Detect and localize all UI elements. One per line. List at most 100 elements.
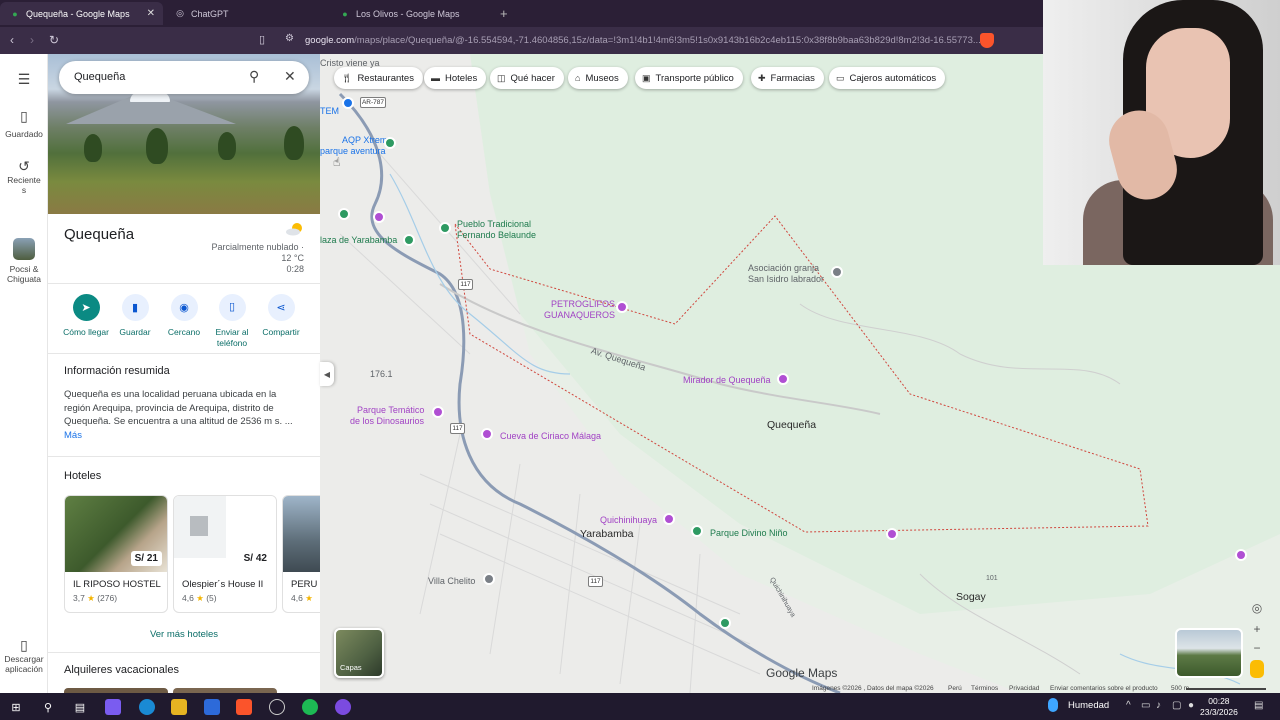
poi-pin[interactable] <box>831 266 843 278</box>
map-label[interactable]: Parque Divino Niño <box>710 528 788 538</box>
rail-saved[interactable]: ▯ Guardado <box>0 108 48 139</box>
rail-download[interactable]: ▯ Descargar aplicación <box>0 638 48 674</box>
more-hotels-link[interactable]: Ver más hoteles <box>48 629 320 640</box>
chatgpt-app-icon[interactable] <box>269 699 285 715</box>
nearby-button[interactable]: ◉ Cercano <box>157 294 211 337</box>
poi-pin[interactable] <box>886 528 898 540</box>
feedback-link[interactable]: Enviar comentarios sobre el producto <box>1050 685 1158 692</box>
pegman-icon[interactable] <box>1250 660 1264 678</box>
tab-chatgpt[interactable]: ◎ ChatGPT <box>165 2 330 25</box>
poi-pin[interactable] <box>384 137 396 149</box>
brave-shield-icon[interactable] <box>980 33 994 48</box>
map-label[interactable]: PETROGLIFOS <box>551 299 615 309</box>
map-label[interactable]: Quichinihuaya <box>600 515 657 525</box>
my-location-icon[interactable]: ◎ <box>1248 601 1266 615</box>
poi-pin[interactable] <box>1235 549 1247 561</box>
notification-icon[interactable]: ▤ <box>1254 700 1263 711</box>
poi-pin[interactable] <box>663 513 675 525</box>
store-icon[interactable] <box>204 699 220 715</box>
map-label[interactable]: San Isidro labrador <box>748 274 824 284</box>
volume-icon[interactable]: ♪ <box>1156 700 1161 711</box>
url-field[interactable]: google.com/maps/place/Quequeña/@-16.5545… <box>305 35 981 46</box>
spotify-icon[interactable] <box>302 699 318 715</box>
network-icon[interactable]: ▢ <box>1172 700 1181 711</box>
terms-link[interactable]: Términos <box>971 685 998 692</box>
windows-start-icon[interactable]: ⊞ <box>8 699 24 715</box>
map-label[interactable]: Mirador de Quequeña <box>683 375 771 385</box>
share-button[interactable]: ⋖ Compartir <box>254 294 308 337</box>
poi-pin[interactable] <box>439 222 451 234</box>
chevron-up-icon[interactable]: ^ <box>1126 700 1131 711</box>
hotel-card[interactable]: S/ 42 Olespier´s House II 4,6 ★ (5) <box>173 495 277 613</box>
save-button[interactable]: ▮ Guardar <box>108 294 162 337</box>
map-label[interactable]: parque aventura <box>320 146 386 156</box>
brave-icon[interactable] <box>236 699 252 715</box>
chip-things-to-do[interactable]: ◫ Qué hacer <box>490 67 564 89</box>
directions-button[interactable]: ➤ Cómo llegar <box>59 294 113 337</box>
app-icon[interactable] <box>335 699 351 715</box>
poi-pin[interactable] <box>481 428 493 440</box>
hotel-card[interactable]: S/ 21 IL RIPOSO HOSTEL 3,7 ★ (276) <box>64 495 168 613</box>
send-to-phone-button[interactable]: ▯ Enviar al teléfono <box>205 294 259 349</box>
map-label[interactable]: Asociación granja <box>748 263 819 273</box>
poi-pin[interactable] <box>432 406 444 418</box>
bookmark-icon[interactable]: ▯ <box>259 33 265 46</box>
map-label[interactable]: Cueva de Ciriaco Málaga <box>500 431 601 441</box>
forward-icon[interactable]: › <box>30 33 34 47</box>
microphone-icon[interactable]: ● <box>1188 700 1194 711</box>
street-view-preview[interactable] <box>1175 628 1243 678</box>
map-label[interactable]: GUANAQUEROS <box>544 310 615 320</box>
close-tab-icon[interactable]: ✕ <box>147 8 155 19</box>
poi-pin[interactable] <box>616 301 628 313</box>
map-label[interactable]: Villa Chelito <box>428 576 475 586</box>
poi-pin[interactable] <box>719 617 731 629</box>
chip-transit[interactable]: ▣ Transporte público <box>635 67 743 89</box>
poi-pin[interactable] <box>373 211 385 223</box>
chip-museums[interactable]: ⌂ Museos <box>568 67 628 89</box>
file-explorer-icon[interactable] <box>171 699 187 715</box>
chip-hotels[interactable]: ▬ Hoteles <box>424 67 487 89</box>
site-settings-icon[interactable]: ⚙ <box>285 33 294 44</box>
battery-icon[interactable]: ▭ <box>1141 700 1150 711</box>
town-label[interactable]: Yarabamba <box>580 528 634 540</box>
map-label[interactable]: Cristo viene ya <box>320 58 380 68</box>
tab-los-olivos[interactable]: ● Los Olivos - Google Maps <box>330 2 495 25</box>
tab-quequena[interactable]: ● Quequeña - Google Maps ✕ <box>0 2 163 25</box>
map-label[interactable]: de los Dinosaurios <box>350 416 424 426</box>
town-label[interactable]: Quequeña <box>767 419 816 431</box>
map-label[interactable]: Parque Temático <box>357 405 424 415</box>
chip-pharmacies[interactable]: ✚ Farmacias <box>751 67 824 89</box>
menu-icon[interactable]: ☰ <box>0 71 48 92</box>
town-label[interactable]: Sogay <box>956 591 986 603</box>
chip-atms[interactable]: ▭ Cajeros automáticos <box>829 67 946 89</box>
map-label[interactable]: Pueblo Tradicional <box>457 219 531 229</box>
search-icon[interactable]: ⚲ <box>249 68 259 85</box>
search-icon[interactable]: ⚲ <box>40 699 56 715</box>
chip-restaurants[interactable]: 🍴︎ Restaurantes <box>334 67 423 89</box>
weather-label[interactable]: Humedad <box>1068 700 1109 711</box>
reload-icon[interactable]: ↻ <box>49 33 59 47</box>
rail-recent-place[interactable]: Pocsi & Chiguata <box>0 238 48 284</box>
poi-pin[interactable] <box>338 208 350 220</box>
privacy-link[interactable]: Privacidad <box>1009 685 1039 692</box>
poi-pin[interactable] <box>777 373 789 385</box>
clock[interactable]: 00:28 23/3/2026 <box>1200 696 1238 718</box>
zoom-in-button[interactable]: + <box>1248 622 1266 636</box>
edge-icon[interactable] <box>139 699 155 715</box>
close-icon[interactable]: ✕ <box>284 68 296 85</box>
zoom-out-button[interactable]: − <box>1248 641 1266 655</box>
more-link[interactable]: Más <box>64 430 82 441</box>
task-view-icon[interactable]: ▤ <box>72 699 88 715</box>
rail-recents[interactable]: ↺ Reciente s <box>0 159 48 195</box>
copilot-icon[interactable] <box>105 699 121 715</box>
poi-pin[interactable] <box>342 97 354 109</box>
search-box[interactable]: Quequeña ⚲ ✕ <box>59 61 309 94</box>
poi-pin[interactable] <box>403 234 415 246</box>
poi-pin[interactable] <box>691 525 703 537</box>
map-label[interactable]: laza de Yarabamba <box>320 235 397 245</box>
collapse-panel-button[interactable]: ◀ <box>320 362 334 386</box>
map-label[interactable]: Fernando Belaunde <box>457 230 536 240</box>
poi-pin[interactable] <box>483 573 495 585</box>
new-tab-icon[interactable]: + <box>500 6 508 21</box>
hotel-card[interactable]: PERU I 4,6 ★ <box>282 495 320 613</box>
